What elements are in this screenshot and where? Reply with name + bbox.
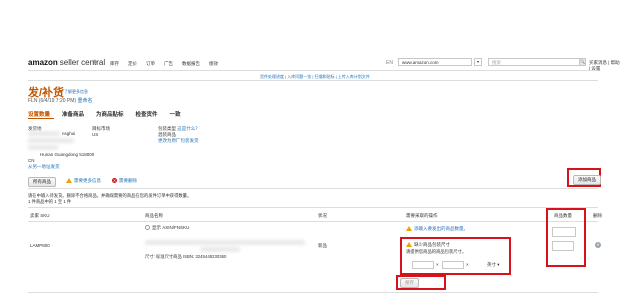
tab-needs-info-label: 需要更多信息 bbox=[74, 178, 101, 183]
tab-removed[interactable]: ✕ 需要删除 bbox=[112, 178, 137, 184]
nav-item[interactable]: 广告 bbox=[164, 61, 173, 67]
ship-from-city: nsghui bbox=[62, 131, 76, 136]
workflow-step[interactable]: 设置数量 bbox=[28, 110, 50, 118]
col-action: 需要采取的操作 bbox=[406, 213, 438, 218]
nav-item[interactable]: 订单 bbox=[146, 61, 155, 67]
search-placeholder: 搜索 bbox=[492, 60, 501, 65]
row-action-note: 添输入要发出的商品数量。 bbox=[406, 226, 468, 232]
marketplace-value: US bbox=[92, 132, 99, 137]
unit-value: 英寸 bbox=[487, 262, 496, 267]
chevron-down-icon[interactable]: ▾ bbox=[474, 58, 482, 66]
times-sign-1: × bbox=[436, 262, 439, 267]
workflow-step[interactable]: 为商品贴标 bbox=[96, 110, 124, 118]
save-button[interactable]: 保存 bbox=[400, 278, 419, 288]
row-sku: LAMP800 bbox=[30, 243, 50, 248]
quantity-input[interactable] bbox=[552, 227, 576, 237]
nav-item[interactable]: 数据报告 bbox=[182, 61, 200, 67]
length-input[interactable] bbox=[412, 261, 434, 269]
missing-dimensions-title: 缺少商品包装尺寸 bbox=[406, 242, 450, 248]
tab-removed-label: 需要删除 bbox=[119, 178, 137, 183]
warning-icon bbox=[406, 242, 412, 248]
logo-brand: amazon bbox=[28, 58, 58, 67]
unit-select[interactable]: 英寸 ▾ bbox=[487, 262, 500, 268]
workflow-step[interactable]: 一致 bbox=[170, 110, 181, 118]
workflow-step[interactable]: 准备商品 bbox=[62, 110, 84, 118]
logo-product: seller central bbox=[59, 58, 106, 67]
marketplace-select-value: www.amazon.com bbox=[402, 60, 439, 65]
col-sku[interactable]: 卖家 SKU bbox=[30, 213, 50, 219]
error-icon: ✕ bbox=[112, 178, 117, 184]
row-condition: 新品 bbox=[318, 243, 327, 248]
main-nav: 库存 定价 订单 广告 数据报告 绩效 bbox=[110, 61, 218, 67]
col-product-name[interactable]: 商品名称 bbox=[145, 213, 163, 219]
nav-item[interactable]: 定价 bbox=[128, 61, 137, 67]
nav-item[interactable]: 库存 bbox=[110, 61, 119, 67]
packing-help-link[interactable]: 这是什么？ bbox=[177, 126, 200, 131]
missing-dimensions-text: 缺少商品包装尺寸 bbox=[414, 242, 450, 247]
col-condition: 状况 bbox=[318, 213, 327, 218]
ship-from-address: Hunan Guangdong 518000 bbox=[40, 152, 95, 157]
add-products-button[interactable]: 添加商品 bbox=[573, 175, 601, 185]
shipment-name: FLN (6/4/19 7:20 PM) bbox=[28, 98, 77, 104]
row-size-line: 尺寸: 标准尺寸商品 ISBN: 3245448230360 bbox=[145, 254, 227, 259]
width-input[interactable] bbox=[442, 261, 464, 269]
highlight-quantity-column bbox=[546, 208, 586, 267]
workflow-steps: 设置数量 准备商品 为商品贴标 检查货件 一致 bbox=[28, 110, 181, 118]
globe-icon[interactable]: EN bbox=[386, 60, 393, 66]
missing-dimensions-desc: 请提供您商品的商品包装尺寸。 bbox=[406, 249, 467, 254]
show-asin-toggle[interactable]: 显示 ASIN/FNSKU bbox=[145, 225, 189, 231]
tab-all-products[interactable]: 所有商品 bbox=[28, 177, 56, 187]
ship-from-another-link[interactable]: 从另一地址发货 bbox=[28, 164, 60, 170]
tab-needs-info[interactable]: 需要更多信息 bbox=[66, 178, 101, 184]
search-input[interactable]: 搜索 bbox=[488, 58, 580, 66]
save-label: 保存 bbox=[405, 280, 414, 285]
count-line: 1 件商品中的 1 至 1 件 bbox=[28, 199, 72, 204]
rename-link[interactable]: 重命名 bbox=[77, 98, 92, 104]
nav-item[interactable]: 绩效 bbox=[209, 61, 218, 67]
add-products-label: 添加商品 bbox=[578, 177, 596, 182]
marketplace-select[interactable]: www.amazon.com bbox=[398, 58, 472, 66]
col-delete: 删除 bbox=[593, 213, 602, 218]
delete-icon[interactable]: ✕ bbox=[595, 242, 601, 248]
ship-from-country: CN bbox=[28, 158, 35, 163]
flag-icon[interactable]: ⚑ bbox=[92, 59, 98, 67]
shipment-subtitle: FLN (6/4/19 7:20 PM) 重命名 bbox=[28, 97, 92, 104]
packing-type-label: 包装类型 bbox=[158, 126, 176, 131]
enter-qty-link[interactable]: 添输入要发出的商品数量。 bbox=[414, 226, 468, 231]
show-asin-label: 显示 ASIN/FNSKU bbox=[152, 225, 190, 230]
change-packing-link[interactable]: 更改为原厂包装发货 bbox=[158, 138, 199, 144]
search-icon[interactable]: 🔍 bbox=[579, 58, 586, 66]
workflow-step[interactable]: 检查货件 bbox=[136, 110, 158, 118]
warning-icon bbox=[66, 178, 72, 184]
learn-more-link[interactable]: 了解更多信息 bbox=[64, 89, 88, 95]
quantity-input-2[interactable] bbox=[552, 241, 574, 251]
radio-icon bbox=[145, 225, 150, 231]
tab-all-label: 所有商品 bbox=[33, 179, 51, 184]
times-sign-2: × bbox=[466, 262, 469, 267]
warning-icon bbox=[406, 226, 412, 232]
active-step-underline bbox=[28, 118, 54, 119]
